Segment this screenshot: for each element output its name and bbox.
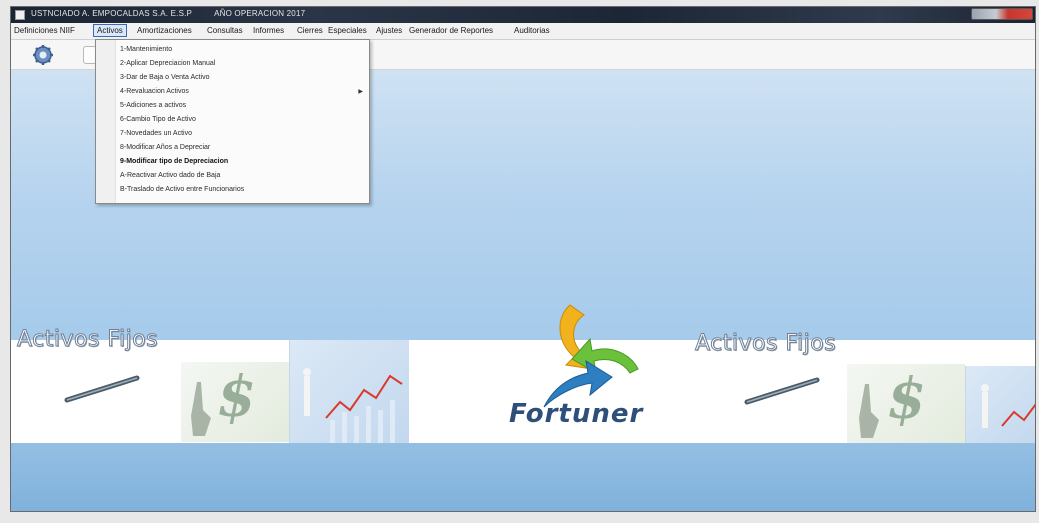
chart-decoration-right	[981, 384, 1035, 428]
hand-icon	[191, 382, 211, 436]
menu-option-traslado[interactable]: B-Traslado de Activo entre Funcionarios	[120, 184, 244, 195]
pen-image-right	[744, 377, 820, 405]
app-icon	[15, 10, 25, 20]
fortuner-logo-icon	[543, 304, 639, 408]
menu-definiciones-niif[interactable]: Definiciones NIIF	[14, 26, 75, 35]
pen-image	[64, 375, 140, 403]
menu-especiales[interactable]: Especiales	[328, 26, 367, 35]
menu-icon-strip	[96, 40, 116, 203]
window-title-year: AÑO OPERACION 2017	[214, 9, 306, 18]
window-title: USTNCIADO A. EMPOCALDAS S.A. E.S.P AÑO OP…	[31, 9, 305, 18]
menu-amortizaciones[interactable]: Amortizaciones	[137, 26, 192, 35]
menu-informes[interactable]: Informes	[253, 26, 284, 35]
chart-decoration	[303, 368, 403, 444]
menu-option-reactivar[interactable]: A-Reactivar Activo dado de Baja	[120, 170, 220, 181]
menu-option-dar-de-baja[interactable]: 3-Dar de Baja o Venta Activo	[120, 72, 210, 83]
dollar-sign: $	[217, 364, 256, 430]
menu-option-cambio-tipo[interactable]: 6-Cambio Tipo de Activo	[120, 114, 196, 125]
title-bar[interactable]: USTNCIADO A. EMPOCALDAS S.A. E.S.P AÑO OP…	[11, 7, 1035, 23]
menu-option-novedades[interactable]: 7-Novedades un Activo	[120, 128, 192, 139]
banner: $ $	[11, 340, 1035, 450]
menu-option-modificar-tipo-depreciacion[interactable]: 9-Modificar tipo de Depreciacion	[120, 156, 228, 167]
window-controls[interactable]	[971, 8, 1033, 20]
menu-option-adiciones[interactable]: 5-Adiciones a activos	[120, 100, 186, 111]
menu-option-mantenimiento[interactable]: 1-Mantenimiento	[120, 44, 172, 55]
menu-generador-reportes[interactable]: Generador de Reportes	[409, 26, 493, 35]
activos-fijos-title-left: Activos Fijos	[16, 327, 159, 353]
menu-consultas[interactable]: Consultas	[207, 26, 243, 35]
activos-dropdown-menu: 1-Mantenimiento 2-Aplicar Depreciacion M…	[95, 39, 370, 204]
menu-auditorias[interactable]: Auditorias	[514, 26, 550, 35]
bottom-strip	[11, 443, 1035, 511]
chart-image-right	[965, 366, 1035, 450]
menu-activos[interactable]: Activos	[93, 24, 127, 37]
dollar-image: $	[181, 362, 289, 442]
app-window: USTNCIADO A. EMPOCALDAS S.A. E.S.P AÑO OP…	[10, 6, 1036, 512]
activos-fijos-title-right: Activos Fijos	[694, 331, 837, 357]
dollar-image-right: $	[847, 364, 965, 444]
menu-option-revaluacion[interactable]: 4-Revaluacion Activos	[120, 86, 365, 97]
menu-ajustes[interactable]: Ajustes	[376, 26, 402, 35]
gear-icon[interactable]	[31, 44, 55, 66]
submenu-arrow-icon: ▶	[358, 89, 363, 95]
menu-option-revaluacion-label: 4-Revaluacion Activos	[120, 88, 189, 95]
window-title-company: USTNCIADO A. EMPOCALDAS S.A. E.S.P	[31, 9, 193, 18]
menu-option-aplicar-depreciacion[interactable]: 2-Aplicar Depreciacion Manual	[120, 58, 215, 69]
menu-bar: Definiciones NIIF Activos Amortizaciones…	[11, 23, 1035, 40]
hand-icon-right	[859, 384, 879, 438]
dollar-sign-right: $	[887, 366, 926, 432]
menu-option-modificar-anos[interactable]: 8-Modificar Años a Depreciar	[120, 142, 210, 153]
chart-image	[289, 340, 409, 450]
fortuner-logo-text: Fortuner	[509, 399, 644, 429]
menu-cierres[interactable]: Cierres	[297, 26, 323, 35]
